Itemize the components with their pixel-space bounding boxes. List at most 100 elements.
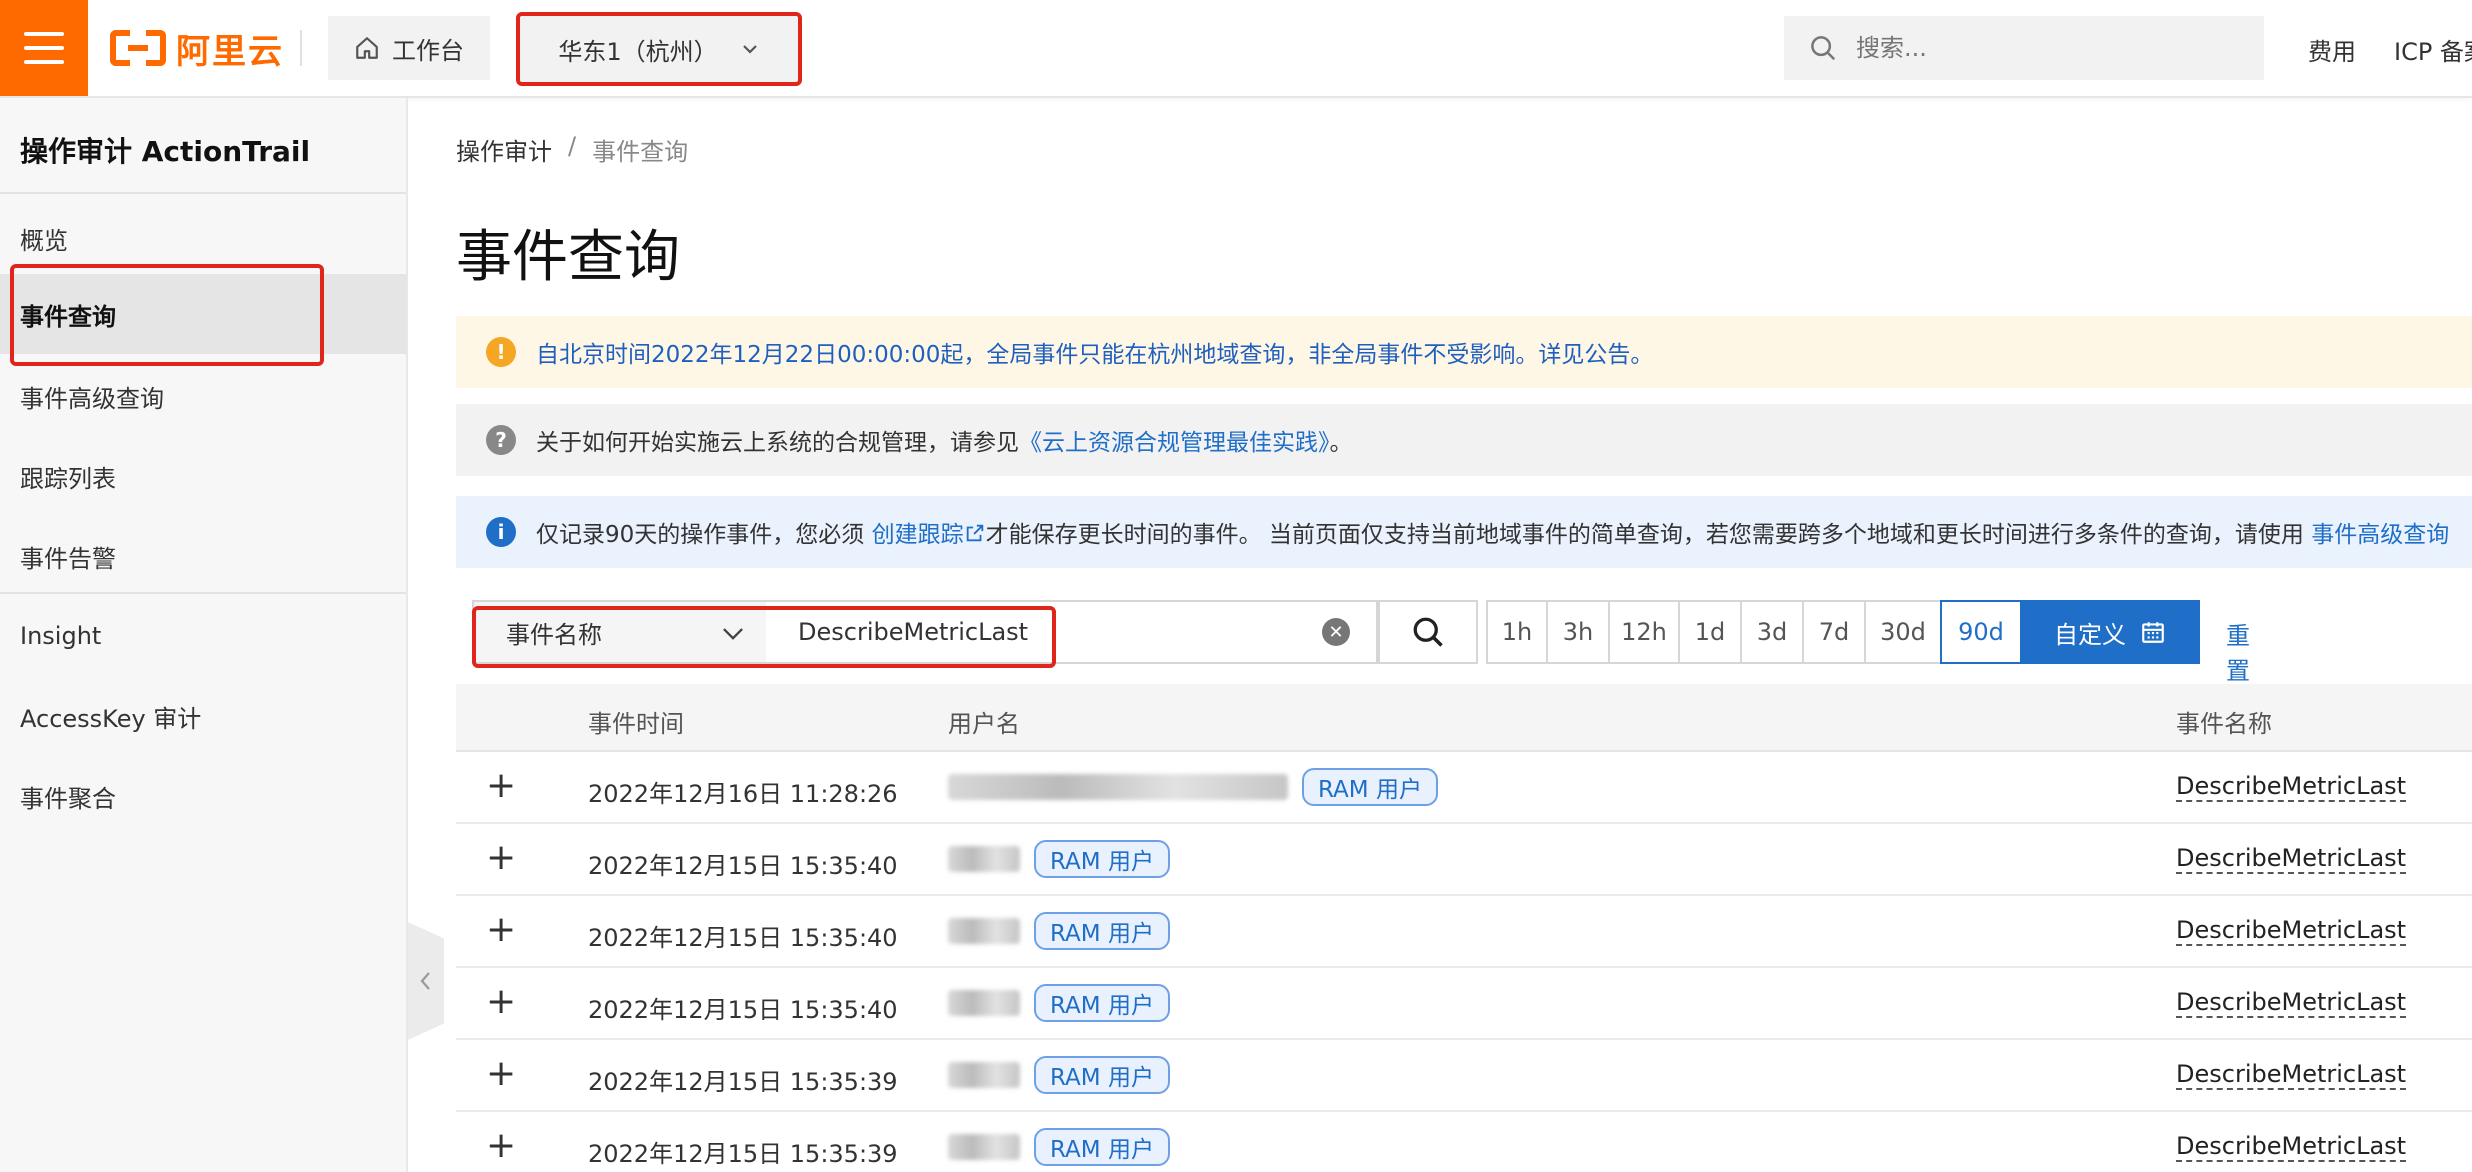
sidebar-item-accesskey-audit[interactable]: AccessKey 审计: [0, 676, 406, 756]
user-name-redacted: [948, 1134, 1020, 1160]
sidebar-divider: [0, 592, 406, 594]
ram-user-tag: RAM 用户: [1034, 840, 1170, 878]
breadcrumb-separator: /: [568, 132, 577, 160]
sidebar-collapse-handle[interactable]: [408, 922, 444, 1040]
event-name-link[interactable]: DescribeMetricLast: [2176, 1132, 2407, 1162]
filter-field-select[interactable]: 事件名称: [472, 600, 768, 664]
event-name-link[interactable]: DescribeMetricLast: [2176, 916, 2407, 946]
event-time: 2022年12月15日 15:35:40: [588, 996, 898, 1024]
workbench-label: 工作台: [392, 36, 464, 65]
sidebar-item-overview[interactable]: 概览: [0, 198, 406, 278]
time-range-group: 1h 3h 12h 1d 3d 7d 30d 90d 自定义: [1486, 600, 2200, 664]
user-cell: RAM 用户: [948, 1056, 1170, 1094]
table-row: + 2022年12月15日 15:35:40 RAM 用户 DescribeMe…: [456, 824, 2472, 896]
home-icon: [356, 37, 378, 59]
ram-user-tag: RAM 用户: [1034, 1128, 1170, 1166]
range-3d[interactable]: 3d: [1740, 600, 1804, 664]
user-cell: RAM 用户: [948, 1128, 1170, 1166]
ram-user-tag: RAM 用户: [1034, 984, 1170, 1022]
global-event-notice-text[interactable]: 自北京时间2022年12月22日00:00:00起，全局事件只能在杭州地域查询，…: [536, 335, 1653, 369]
menu-icon[interactable]: [0, 0, 88, 96]
region-label: 华东1（杭州）: [558, 37, 718, 66]
range-12h[interactable]: 12h: [1608, 600, 1680, 664]
search-button[interactable]: [1378, 600, 1478, 664]
custom-range-button[interactable]: 自定义: [2020, 600, 2200, 664]
table-header: 事件时间 用户名 事件名称: [456, 684, 2472, 752]
search-input[interactable]: [1856, 34, 2236, 62]
expand-icon[interactable]: +: [486, 1052, 516, 1096]
column-username: 用户名: [948, 710, 1020, 738]
ram-user-tag: RAM 用户: [1034, 1056, 1170, 1094]
aliyun-logo-mark: [110, 30, 166, 66]
page-title: 事件查询: [456, 225, 680, 290]
retention-notice: i 仅记录90天的操作事件，您必须 创建跟踪 才能保存更长时间的事件。 当前页面仅…: [456, 496, 2472, 568]
event-time: 2022年12月15日 15:35:40: [588, 852, 898, 880]
range-1d[interactable]: 1d: [1678, 600, 1742, 664]
chevron-left-icon: [420, 972, 430, 990]
user-cell: RAM 用户: [948, 984, 1170, 1022]
create-trail-link[interactable]: 创建跟踪: [872, 522, 964, 548]
expand-icon[interactable]: +: [486, 908, 516, 952]
advanced-query-link[interactable]: 事件高级查询: [2311, 522, 2449, 548]
calendar-icon: [2142, 622, 2164, 643]
info-icon: i: [486, 517, 516, 547]
retention-notice-text: 仅记录90天的操作事件，您必须 创建跟踪 才能保存更长时间的事件。 当前页面仅支持…: [536, 522, 2450, 548]
table-row: + 2022年12月15日 15:35:39 RAM 用户 DescribeMe…: [456, 1040, 2472, 1112]
compliance-notice-text: 关于如何开始实施云上系统的合规管理，请参见《云上资源合规管理最佳实践》。: [536, 430, 1353, 456]
billing-link[interactable]: 费用: [2308, 32, 2356, 67]
workbench-button[interactable]: 工作台: [328, 16, 490, 80]
compliance-notice: ? 关于如何开始实施云上系统的合规管理，请参见《云上资源合规管理最佳实践》。: [456, 404, 2472, 476]
table-row: + 2022年12月15日 15:35:39 RAM 用户 DescribeMe…: [456, 1112, 2472, 1172]
range-1h[interactable]: 1h: [1486, 600, 1548, 664]
global-search[interactable]: [1784, 16, 2264, 80]
expand-icon[interactable]: +: [486, 1124, 516, 1168]
divider: [300, 30, 302, 66]
warning-icon: !: [486, 337, 516, 367]
sidebar-item-advanced-query[interactable]: 事件高级查询: [0, 356, 406, 436]
aliyun-logo[interactable]: 阿里云: [110, 24, 284, 72]
table-row: + 2022年12月16日 11:28:26 RAM 用户 DescribeMe…: [456, 752, 2472, 824]
event-time: 2022年12月15日 15:35:40: [588, 924, 898, 952]
range-7d[interactable]: 7d: [1802, 600, 1866, 664]
event-name-link[interactable]: DescribeMetricLast: [2176, 988, 2407, 1018]
event-name-link[interactable]: DescribeMetricLast: [2176, 1060, 2407, 1090]
sidebar-item-event-aggregation[interactable]: 事件聚合: [0, 756, 406, 836]
user-name-redacted: [948, 774, 1288, 800]
event-name-link[interactable]: DescribeMetricLast: [2176, 772, 2407, 802]
icp-link[interactable]: ICP 备案: [2394, 32, 2472, 67]
region-selector[interactable]: 华东1（杭州）: [516, 12, 802, 86]
chevron-down-icon: [723, 628, 743, 640]
filter-value-text: DescribeMetricLast: [798, 618, 1029, 646]
top-navbar: 阿里云 工作台 华东1（杭州） 费用 ICP 备案: [0, 0, 2472, 98]
help-icon: ?: [486, 425, 516, 455]
event-time: 2022年12月15日 15:35:39: [588, 1068, 898, 1096]
expand-icon[interactable]: +: [486, 764, 516, 808]
table-row: + 2022年12月15日 15:35:40 RAM 用户 DescribeMe…: [456, 968, 2472, 1040]
sidebar-item-event-alert[interactable]: 事件告警: [0, 516, 406, 596]
sidebar-item-event-query[interactable]: 事件查询: [0, 274, 406, 354]
search-icon: [1811, 36, 1836, 61]
sidebar-item-trail-list[interactable]: 跟踪列表: [0, 436, 406, 516]
clear-icon[interactable]: ✕: [1322, 618, 1350, 646]
sidebar-divider: [0, 192, 406, 194]
global-event-notice: ! 自北京时间2022年12月22日00:00:00起，全局事件只能在杭州地域查…: [456, 316, 2472, 388]
breadcrumb-root[interactable]: 操作审计: [456, 132, 552, 167]
user-name-redacted: [948, 1062, 1020, 1088]
event-time: 2022年12月16日 11:28:26: [588, 780, 898, 808]
expand-icon[interactable]: +: [486, 836, 516, 880]
expand-icon[interactable]: +: [486, 980, 516, 1024]
range-30d[interactable]: 30d: [1864, 600, 1942, 664]
ram-user-tag: RAM 用户: [1034, 912, 1170, 950]
filter-value-input[interactable]: DescribeMetricLast: [766, 600, 1378, 664]
event-time: 2022年12月15日 15:35:39: [588, 1140, 898, 1168]
chevron-down-icon: [742, 45, 757, 54]
range-3h[interactable]: 3h: [1546, 600, 1610, 664]
compliance-best-practice-link[interactable]: 《云上资源合规管理最佳实践》: [1019, 430, 1330, 456]
search-icon: [1413, 617, 1443, 647]
event-name-link[interactable]: DescribeMetricLast: [2176, 844, 2407, 874]
range-90d[interactable]: 90d: [1940, 600, 2022, 664]
user-cell: RAM 用户: [948, 912, 1170, 950]
column-event-name: 事件名称: [2176, 710, 2272, 738]
filter-field-label: 事件名称: [506, 620, 602, 649]
sidebar-item-insight[interactable]: Insight: [0, 596, 406, 676]
